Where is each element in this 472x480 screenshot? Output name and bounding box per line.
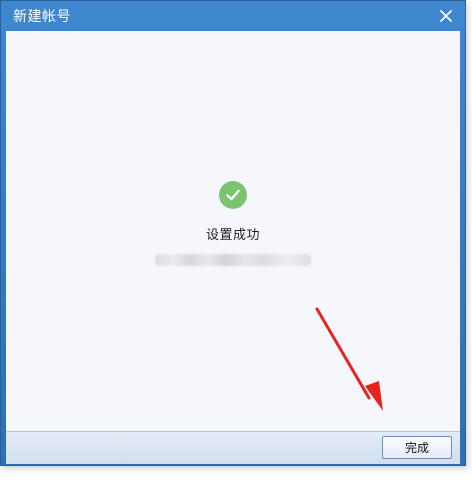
dialog-title: 新建帐号 [13,9,71,25]
new-account-dialog: 新建帐号 设置成功 完成 [0,0,466,466]
success-panel: 设置成功 [6,181,460,266]
finish-button[interactable]: 完成 [382,436,452,459]
red-arrow-icon [315,307,383,411]
title-bar[interactable]: 新建帐号 [1,1,465,31]
close-button[interactable] [431,2,461,30]
blurred-account-text [155,254,311,266]
check-circle-icon [219,181,247,209]
success-message: 设置成功 [205,228,260,243]
close-icon [440,10,452,22]
dialog-footer: 完成 [6,431,460,464]
